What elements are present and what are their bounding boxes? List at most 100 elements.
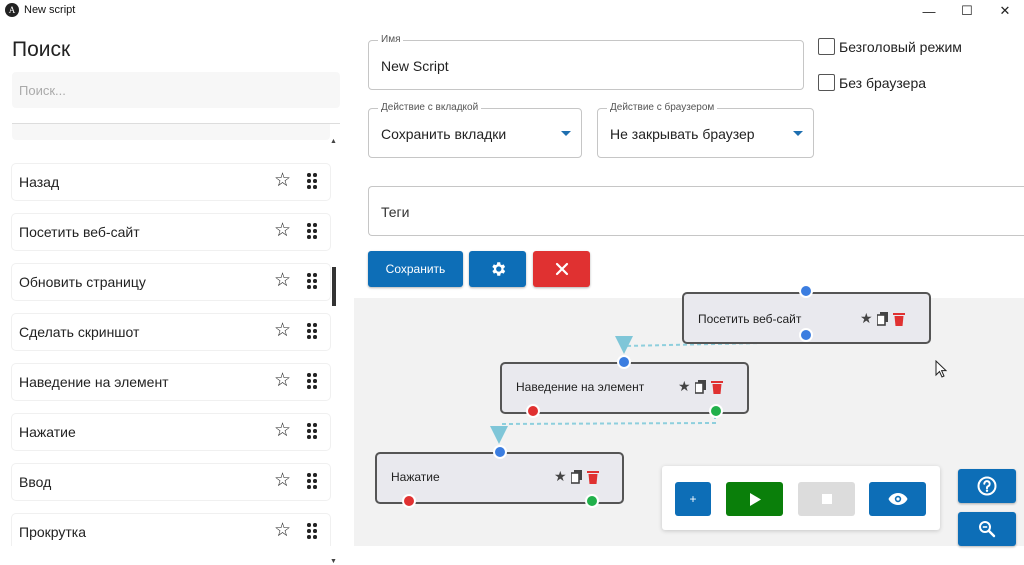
star-outline-icon[interactable]: ☆ (274, 420, 291, 442)
browser-action-label: Действие с браузером (607, 102, 718, 113)
drag-handle-icon[interactable] (305, 273, 317, 291)
list-item[interactable]: Посетить веб-сайт ☆ (12, 214, 330, 250)
node-success-port[interactable] (585, 494, 599, 508)
drag-handle-icon[interactable] (305, 173, 317, 191)
flow-node-hover[interactable]: Наведение на элемент ★ (500, 355, 749, 418)
star-icon[interactable]: ★ (678, 378, 691, 395)
scroll-up-arrow[interactable]: ▲ (330, 138, 337, 145)
close-button[interactable]: ✕ (986, 0, 1024, 22)
flow-node-click[interactable]: Нажатие ★ (375, 445, 624, 508)
flow-node-visit[interactable]: Посетить веб-сайт ★ (682, 284, 931, 344)
close-icon (555, 262, 568, 276)
node-success-port[interactable] (709, 404, 723, 418)
node-actions: ★ (554, 468, 599, 485)
sidebar: Поиск Назад☆Посетить веб-сайт☆Обновить с… (0, 22, 354, 565)
list-item[interactable]: Ввод ☆ (12, 464, 330, 500)
delete-icon[interactable] (892, 312, 905, 326)
chevron-down-icon (561, 131, 571, 136)
drag-handle-icon[interactable] (305, 223, 317, 241)
star-icon[interactable]: ★ (554, 468, 567, 485)
name-field[interactable]: Имя New Script (368, 34, 804, 90)
name-field-value[interactable]: New Script (381, 58, 449, 74)
star-outline-icon[interactable]: ☆ (274, 170, 291, 192)
tags-placeholder: Теги (381, 204, 410, 220)
drag-handle-icon[interactable] (305, 423, 317, 441)
no-browser-checkbox-row[interactable]: Без браузера (818, 74, 926, 91)
minimize-icon: — (922, 3, 936, 19)
delete-icon[interactable] (710, 380, 723, 394)
list-item-label: Прокрутка (19, 524, 87, 540)
help-button[interactable] (958, 469, 1016, 503)
star-outline-icon[interactable]: ☆ (274, 320, 291, 342)
list-item-partial[interactable] (12, 124, 330, 140)
list-item-label: Наведение на элемент (19, 374, 169, 390)
star-outline-icon[interactable]: ☆ (274, 370, 291, 392)
list-item[interactable]: Обновить страницу ☆ (12, 264, 330, 300)
maximize-button[interactable]: ☐ (948, 0, 986, 22)
flow-node-label: Наведение на элемент (516, 380, 645, 394)
mouse-cursor-icon (935, 360, 948, 378)
star-icon[interactable]: ★ (860, 310, 873, 327)
browser-action-value: Не закрывать браузер (610, 126, 755, 142)
headless-checkbox-row[interactable]: Безголовый режим (818, 38, 962, 55)
node-error-port[interactable] (402, 494, 416, 508)
copy-icon[interactable] (876, 311, 889, 326)
stop-button[interactable] (798, 482, 855, 516)
no-browser-checkbox[interactable] (818, 74, 835, 91)
node-output-port[interactable] (799, 328, 813, 342)
list-item-label: Обновить страницу (19, 274, 146, 290)
preview-button[interactable] (869, 482, 926, 516)
delete-icon[interactable] (586, 470, 599, 484)
node-actions: ★ (678, 378, 723, 395)
cancel-button[interactable] (533, 251, 590, 287)
star-outline-icon[interactable]: ☆ (274, 270, 291, 292)
search-input[interactable] (12, 72, 340, 108)
help-icon (977, 476, 997, 496)
tab-action-value: Сохранить вкладки (381, 126, 507, 142)
action-list[interactable]: Назад ☆ Посетить веб-сайт ☆ Обновить страниц… (0, 124, 354, 546)
drag-handle-icon[interactable] (305, 323, 317, 341)
list-item-label: Нажатие (19, 424, 76, 440)
chevron-down-icon (793, 131, 803, 136)
minimize-button[interactable]: — (910, 0, 948, 22)
scrollbar-thumb[interactable] (332, 267, 336, 306)
star-outline-icon[interactable]: ☆ (274, 220, 291, 242)
list-item[interactable]: Нажатие ☆ (12, 414, 330, 450)
list-item-label: Сделать скриншот (19, 324, 140, 340)
headless-label: Безголовый режим (839, 38, 962, 55)
sidebar-title: Поиск (12, 38, 71, 61)
node-input-port[interactable] (617, 355, 631, 369)
tab-action-select[interactable]: Действие с вкладкой Сохранить вкладки (368, 102, 582, 158)
list-item-label: Посетить веб-сайт (19, 224, 140, 240)
star-outline-icon[interactable]: ☆ (274, 470, 291, 492)
run-button[interactable] (726, 482, 783, 516)
list-item-label: Ввод (19, 474, 52, 490)
list-item[interactable]: Назад ☆ (12, 164, 330, 200)
settings-button[interactable] (469, 251, 526, 287)
node-error-port[interactable] (526, 404, 540, 418)
node-actions: ★ (860, 310, 905, 327)
tab-action-label: Действие с вкладкой (378, 102, 482, 113)
copy-icon[interactable] (570, 469, 583, 484)
add-button-label: + (689, 492, 697, 506)
close-icon: ✕ (999, 3, 1011, 18)
drag-handle-icon[interactable] (305, 473, 317, 491)
node-input-port[interactable] (799, 284, 813, 298)
drag-handle-icon[interactable] (305, 373, 317, 391)
browser-action-select[interactable]: Действие с браузером Не закрывать браузе… (597, 102, 814, 158)
list-item[interactable]: Наведение на элемент ☆ (12, 364, 330, 400)
add-button[interactable]: + (675, 482, 711, 516)
zoom-button[interactable] (958, 512, 1016, 546)
node-input-port[interactable] (493, 445, 507, 459)
scroll-down-arrow[interactable]: ▼ (330, 558, 337, 565)
name-field-label: Имя (378, 34, 404, 45)
headless-checkbox[interactable] (818, 38, 835, 55)
tags-field[interactable]: Теги (368, 186, 1024, 236)
list-item[interactable]: Прокрутка ☆ (12, 514, 330, 546)
save-button[interactable]: Сохранить (368, 251, 463, 287)
star-outline-icon[interactable]: ☆ (274, 520, 291, 542)
list-item[interactable]: Сделать скриншот ☆ (12, 314, 330, 350)
window-title: New script (24, 4, 76, 16)
drag-handle-icon[interactable] (305, 523, 317, 541)
copy-icon[interactable] (694, 379, 707, 394)
